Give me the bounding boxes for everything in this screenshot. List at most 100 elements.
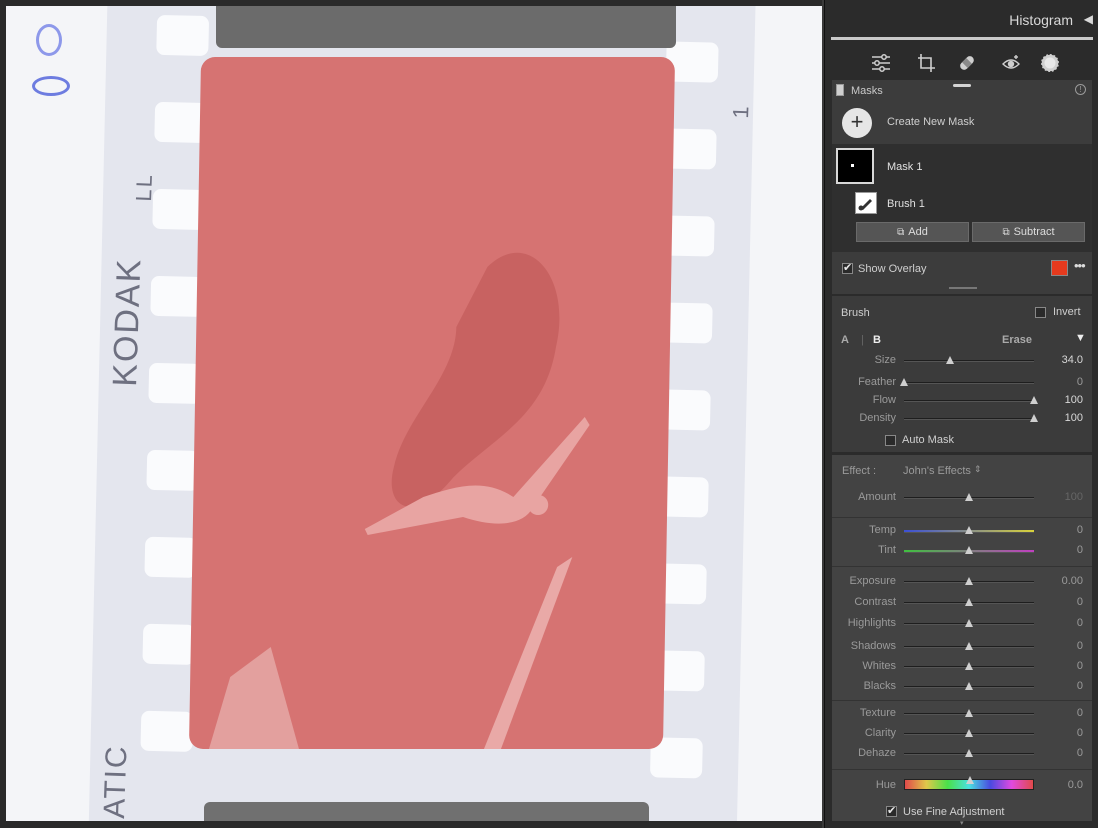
create-new-mask-label[interactable]: Create New Mask: [887, 116, 974, 128]
auto-mask-checkbox[interactable]: [885, 435, 896, 446]
invert-checkbox[interactable]: [1035, 307, 1046, 318]
blacks-slider[interactable]: [904, 682, 1034, 690]
create-mask-plus-icon[interactable]: +: [842, 108, 872, 138]
highlights-slider[interactable]: [904, 619, 1034, 627]
tint-slider[interactable]: [904, 546, 1034, 554]
temp-value[interactable]: 0: [1043, 524, 1083, 536]
amount-slider[interactable]: [904, 493, 1034, 501]
redeye-icon[interactable]: [1001, 53, 1021, 73]
collapse-triangle-icon[interactable]: ◀: [1084, 12, 1093, 26]
sliders-icon[interactable]: [871, 54, 891, 72]
size-value[interactable]: 34.0: [1043, 354, 1083, 366]
texture-slider-thumb[interactable]: [965, 709, 973, 717]
masks-panel: Masks ! + Create New Mask Mask 1 Brush 1…: [832, 80, 1092, 294]
feather-slider[interactable]: [900, 378, 1034, 386]
brush-1-label[interactable]: Brush 1: [887, 198, 925, 210]
tab-separator: |: [861, 334, 864, 346]
subtract-button[interactable]: ⧉ Subtract: [972, 222, 1085, 242]
amount-value[interactable]: 100: [1043, 491, 1083, 503]
size-label: Size: [874, 354, 896, 366]
whites-slider[interactable]: [904, 662, 1034, 670]
feather-value[interactable]: 0: [1043, 376, 1083, 388]
flow-slider[interactable]: [904, 396, 1038, 404]
more-options-icon[interactable]: •••: [1074, 258, 1086, 273]
texture-slider[interactable]: [904, 709, 1034, 717]
show-overlay-checkbox[interactable]: [842, 261, 853, 274]
dehaze-slider[interactable]: [904, 749, 1034, 757]
scroll-down-icon[interactable]: ▾: [960, 819, 964, 827]
add-button[interactable]: ⧉ Add: [856, 222, 969, 242]
brush-component-icon[interactable]: [855, 192, 877, 214]
panel-grip[interactable]: [949, 287, 977, 289]
shadows-value[interactable]: 0: [1043, 640, 1083, 652]
density-slider-thumb[interactable]: [1030, 414, 1038, 422]
masking-icon[interactable]: [1039, 52, 1061, 74]
texture-slider-row: Texture 0: [832, 707, 1092, 723]
effect-preset-dropdown[interactable]: John's Effects: [903, 465, 971, 477]
ink-mark: [32, 76, 70, 96]
heal-icon[interactable]: [957, 53, 977, 73]
erase-tab[interactable]: Erase: [1002, 334, 1032, 346]
density-slider[interactable]: [904, 414, 1038, 422]
blacks-value[interactable]: 0: [1043, 680, 1083, 692]
temp-slider-thumb[interactable]: [965, 526, 973, 534]
mask-1-label[interactable]: Mask 1: [887, 161, 922, 173]
fine-adjustment-label: Use Fine Adjustment: [903, 806, 1005, 818]
clarity-slider[interactable]: [904, 729, 1034, 737]
amount-slider-thumb[interactable]: [965, 493, 973, 501]
blacks-slider-thumb[interactable]: [965, 682, 973, 690]
shadows-slider-thumb[interactable]: [965, 642, 973, 650]
whites-slider-thumb[interactable]: [965, 662, 973, 670]
crop-icon[interactable]: [917, 53, 935, 73]
clarity-value[interactable]: 0: [1043, 727, 1083, 739]
mask-thumbnail[interactable]: [836, 148, 874, 184]
panel-pin-icon[interactable]: [836, 84, 844, 96]
hue-slider-thumb[interactable]: [966, 776, 974, 784]
brush-title: Brush: [841, 307, 870, 319]
brush-tab-a[interactable]: A: [841, 334, 849, 346]
exposure-value[interactable]: 0.00: [1043, 575, 1083, 587]
contrast-value[interactable]: 0: [1043, 596, 1083, 608]
size-slider-thumb[interactable]: [945, 356, 954, 364]
texture-value[interactable]: 0: [1043, 707, 1083, 719]
histogram-header[interactable]: Histogram ◀: [825, 0, 1098, 40]
clarity-label: Clarity: [864, 727, 896, 739]
feather-slider-thumb[interactable]: [900, 378, 908, 386]
photo-preview[interactable]: KODAK LL ATIC 1: [6, 6, 822, 821]
mask-list: Mask 1 Brush 1 ⧉ Add ⧉ Subtract: [832, 144, 1092, 252]
overlay-color-swatch[interactable]: [1051, 260, 1068, 276]
clarity-slider-thumb[interactable]: [965, 729, 973, 737]
highlights-slider-row: Highlights 0: [832, 617, 1092, 633]
shadows-slider[interactable]: [904, 642, 1034, 650]
dehaze-value[interactable]: 0: [1043, 747, 1083, 759]
preset-updown-icon[interactable]: ⇕: [974, 464, 982, 475]
hue-value[interactable]: 0.0: [1043, 779, 1083, 791]
flow-slider-thumb[interactable]: [1030, 396, 1038, 404]
contrast-slider-thumb[interactable]: [965, 598, 973, 606]
exposure-slider[interactable]: [904, 577, 1034, 585]
highlights-slider-thumb[interactable]: [965, 619, 973, 627]
sprocket-hole: [142, 623, 196, 665]
brush-tab-b[interactable]: B: [873, 334, 881, 346]
highlights-value[interactable]: 0: [1043, 617, 1083, 629]
panel-grip[interactable]: [953, 84, 971, 87]
whites-value[interactable]: 0: [1043, 660, 1083, 672]
image-canvas[interactable]: KODAK LL ATIC 1: [0, 0, 822, 828]
dehaze-slider-thumb[interactable]: [965, 749, 973, 757]
whites-label: Whites: [862, 660, 896, 672]
help-icon[interactable]: !: [1075, 84, 1086, 95]
brush-menu-triangle-icon[interactable]: ▼: [1075, 332, 1086, 344]
contrast-slider[interactable]: [904, 598, 1034, 606]
sprocket-hole: [156, 14, 210, 57]
size-slider[interactable]: [904, 356, 1034, 364]
tint-value[interactable]: 0: [1043, 544, 1083, 556]
sprocket-hole: [148, 362, 202, 404]
exposure-slider-thumb[interactable]: [965, 577, 973, 585]
tint-slider-thumb[interactable]: [965, 546, 973, 554]
density-value[interactable]: 100: [1043, 412, 1083, 424]
hue-slider[interactable]: [904, 776, 1034, 790]
effects-panel: Effect : John's Effects ⇕ Amount 100 Temp 0…: [832, 455, 1092, 821]
flow-value[interactable]: 100: [1043, 394, 1083, 406]
fine-adjustment-checkbox[interactable]: [886, 804, 897, 817]
temp-slider[interactable]: [904, 526, 1034, 534]
